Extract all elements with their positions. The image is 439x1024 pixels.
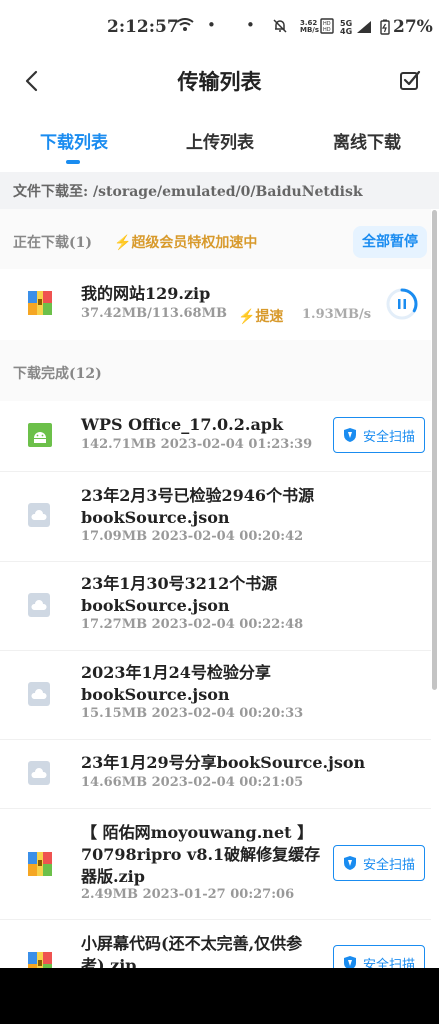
- active-tab-indicator: [66, 160, 80, 164]
- shield-icon: [343, 428, 356, 442]
- notification-dot-icon: •: [207, 16, 216, 34]
- file-name: WPS Office_17.0.2.apk: [81, 415, 284, 434]
- list-item[interactable]: 23年1月30号3212个书源bookSource.json 17.27MB 2…: [0, 562, 431, 650]
- android-apk-icon: [28, 423, 52, 447]
- wifi-icon: [176, 18, 194, 36]
- list-item[interactable]: 2023年1月24号检验分享bookSource.json 15.15MB 20…: [0, 651, 431, 739]
- file-name: 23年1月30号3212个书源bookSource.json: [81, 574, 278, 615]
- tab-offline-download[interactable]: 离线下载: [333, 128, 401, 153]
- file-meta: 15.15MB 2023-02-04 00:20:33: [81, 706, 304, 721]
- download-speed: 1.93MB/s: [302, 307, 372, 322]
- shield-icon: [343, 956, 356, 968]
- mute-bell-icon: [272, 18, 288, 38]
- battery-icon: [380, 19, 390, 39]
- file-name: 2023年1月24号检验分享bookSource.json: [81, 663, 271, 704]
- file-name: 23年2月3号已检验2946个书源bookSource.json: [81, 486, 315, 527]
- checkbox-edit-icon: [400, 70, 421, 90]
- download-progress-text: 37.42MB/113.68MB: [81, 306, 227, 321]
- page-title: 传输列表: [177, 70, 262, 94]
- svg-text:HD: HD: [323, 27, 331, 33]
- file-name: 23年1月29号分享bookSource.json: [81, 753, 366, 772]
- file-name: 我的网站129.zip: [81, 284, 211, 303]
- battery-percent: 27%: [393, 17, 433, 37]
- progress-ring-icon: [386, 288, 418, 320]
- lightning-icon: ⚡: [238, 309, 256, 325]
- download-item[interactable]: 我的网站129.zip 37.42MB/113.68MB: [0, 269, 431, 340]
- file-meta: 142.71MB 2023-02-04 01:23:39: [81, 437, 313, 452]
- file-meta: 14.66MB 2023-02-04 00:21:05: [81, 775, 304, 790]
- downloading-heading: 正在下载(1): [13, 235, 92, 251]
- file-meta: 17.27MB 2023-02-04 00:22:48: [81, 617, 304, 632]
- tab-download-list[interactable]: 下载列表: [40, 128, 108, 153]
- hd-icon: HD HD: [320, 18, 334, 38]
- vip-speedup-tip: ⚡超级会员特权加速中: [114, 235, 258, 251]
- tab-upload-list[interactable]: 上传列表: [186, 128, 254, 153]
- edit-select-button[interactable]: [398, 69, 422, 93]
- zip-archive-icon: [28, 952, 52, 968]
- shield-icon: [343, 856, 356, 870]
- security-scan-button[interactable]: 安全扫描: [333, 845, 425, 881]
- list-item[interactable]: 23年2月3号已检验2946个书源bookSource.json 17.09MB…: [0, 472, 431, 562]
- status-bar: 2:12:57 • • 3.62 MB/s HD HD 5G 4G 27%: [0, 0, 439, 60]
- cloud-file-icon: [28, 682, 52, 706]
- network-type: 5G 4G: [340, 19, 353, 36]
- zip-archive-icon: [28, 852, 52, 876]
- notification-dot-icon: •: [246, 16, 255, 34]
- signal-icon: [356, 20, 372, 38]
- cloud-file-icon: [28, 503, 52, 527]
- file-name: 小屏幕代码(还不太完善,仅供参考).zip: [81, 934, 303, 968]
- pause-all-button[interactable]: 全部暂停: [353, 226, 427, 258]
- cloud-file-icon: [28, 761, 52, 785]
- list-item[interactable]: 23年1月29号分享bookSource.json 14.66MB 2023-0…: [0, 740, 431, 808]
- network-speed: 3.62 MB/s: [300, 19, 320, 34]
- navigation-bar: [0, 968, 439, 1024]
- zip-archive-icon: [28, 291, 52, 315]
- security-scan-button[interactable]: 安全扫描: [333, 945, 425, 968]
- scrollbar[interactable]: [432, 210, 437, 690]
- download-path-text: 文件下载至: /storage/emulated/0/BaiduNetdisk: [13, 184, 363, 200]
- file-name: 【 陌佑网moyouwang.net 】70798ripro v8.1破解修复缓…: [81, 823, 321, 886]
- security-scan-button[interactable]: 安全扫描: [333, 417, 425, 453]
- file-meta: 17.09MB 2023-02-04 00:20:42: [81, 529, 304, 544]
- lightning-icon: ⚡: [114, 235, 132, 251]
- status-time: 2:12:57: [107, 17, 179, 37]
- download-path-bar: 文件下载至: /storage/emulated/0/BaiduNetdisk: [0, 172, 439, 209]
- transfer-list-screen: 2:12:57 • • 3.62 MB/s HD HD 5G 4G 27% 传输列: [0, 0, 439, 968]
- pause-download-button[interactable]: [385, 287, 419, 321]
- completed-heading: 下载完成(12): [13, 366, 102, 382]
- cloud-file-icon: [28, 593, 52, 617]
- boost-label[interactable]: ⚡提速: [238, 306, 283, 326]
- file-meta: 2.49MB 2023-01-27 00:27:06: [81, 887, 295, 902]
